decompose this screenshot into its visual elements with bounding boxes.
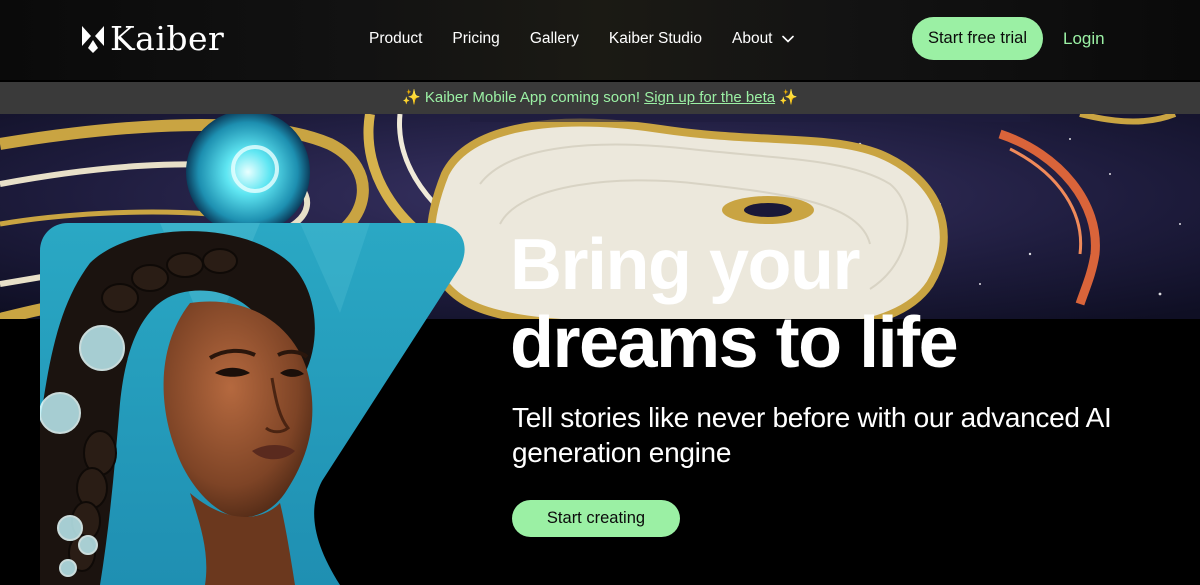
- brand-name: Kaiber: [110, 19, 225, 58]
- sparkle-icon: ✨: [779, 89, 798, 106]
- start-free-trial-button[interactable]: Start free trial: [912, 17, 1043, 60]
- announcement-banner: ✨ Kaiber Mobile App coming soon! Sign up…: [0, 82, 1200, 114]
- login-link[interactable]: Login: [1063, 29, 1105, 49]
- kaiber-logo-icon: [82, 26, 104, 53]
- hero-portrait-image: [40, 223, 465, 585]
- start-creating-button[interactable]: Start creating: [512, 500, 680, 537]
- nav-about[interactable]: About: [732, 29, 794, 49]
- banner-text: Kaiber Mobile App coming soon!: [424, 89, 641, 106]
- sparkle-icon: ✨: [402, 89, 421, 106]
- nav-pricing[interactable]: Pricing: [452, 29, 499, 49]
- beta-signup-link[interactable]: Sign up for the beta: [644, 89, 775, 106]
- kaiber-logo[interactable]: Kaiber: [80, 22, 224, 56]
- main-nav: Product Pricing Gallery Kaiber Studio Ab…: [369, 29, 794, 49]
- hero-headline-line2: dreams to life: [510, 303, 959, 383]
- nav-kaiber-studio[interactable]: Kaiber Studio: [609, 29, 702, 49]
- hero-subheadline: Tell stories like never before with our …: [512, 402, 1112, 468]
- nav-product[interactable]: Product: [369, 29, 422, 49]
- hero-headline-line1: Bring your: [510, 225, 861, 305]
- nav-about-label: About: [731, 30, 773, 47]
- nav-gallery[interactable]: Gallery: [530, 29, 579, 49]
- hero-headline: Bring your dreams to life: [510, 226, 1170, 382]
- chevron-down-icon: [781, 35, 794, 43]
- site-header: Kaiber Product Pricing Gallery Kaiber St…: [0, 0, 1200, 80]
